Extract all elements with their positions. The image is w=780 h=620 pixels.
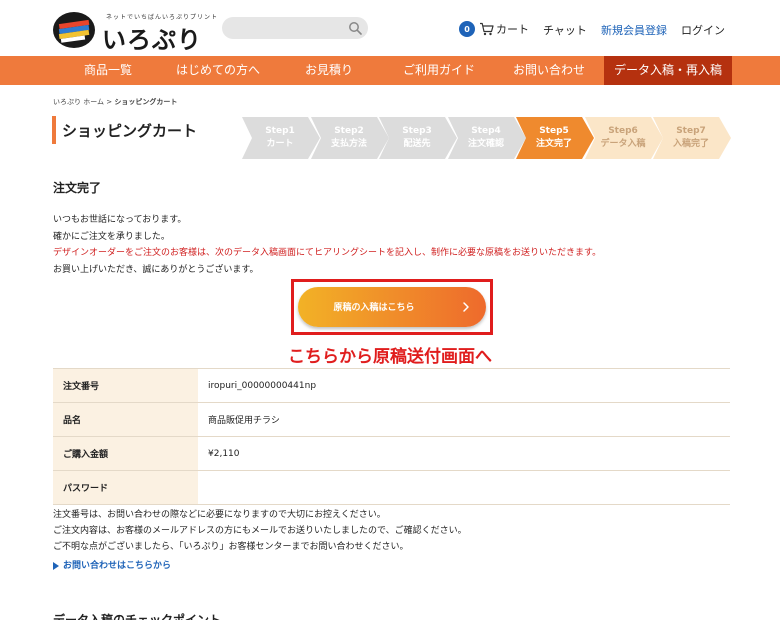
step-5-text: Step5 注文完了 (516, 125, 592, 151)
step-6: Step6 データ入稿 (585, 117, 663, 159)
contact-link[interactable]: お問い合わせはこちらから (53, 558, 171, 571)
site-header: ネットでいちばんいろぷりプリント いろぷり 0 カート チャット 新規会員登録 … (0, 0, 780, 56)
step-1: Step1 カート (242, 117, 320, 159)
order-number-value: iropuri_00000000441np (198, 368, 730, 403)
purchase-amount-label: ご購入金額 (53, 436, 198, 471)
step-7-label: 入稿完了 (672, 139, 709, 149)
chevron-right-icon (463, 302, 469, 312)
step-7-text: Step7 入稿完了 (653, 125, 729, 151)
search-icon[interactable] (348, 21, 362, 35)
step-3-number: Step3 (402, 126, 432, 136)
login-link[interactable]: ログイン (681, 22, 725, 38)
step-4: Step4 注文確認 (448, 117, 526, 159)
step-1-text: Step1 カート (242, 125, 318, 151)
menu-item-guide[interactable]: ご利用ガイド (403, 56, 475, 85)
message-line-1: いつもお世話になっております。 (53, 215, 187, 225)
step-4-text: Step4 注文確認 (448, 125, 524, 151)
contact-link-label: お問い合わせはこちらから (63, 561, 172, 571)
step-7-number: Step7 (676, 126, 706, 136)
product-name-label: 品名 (53, 402, 198, 437)
step-5: Step5 注文完了 (516, 117, 594, 159)
step-2-number: Step2 (334, 126, 364, 136)
order-summary-table: 注文番号 iropuri_00000000441np 品名 商品販促用チラシ ご… (53, 368, 730, 505)
callout-annotation: こちらから原稿送付画面へ (288, 347, 492, 367)
step-6-number: Step6 (608, 126, 638, 136)
menu-item-data-upload[interactable]: データ入稿・再入稿 (604, 56, 733, 85)
site-logo[interactable]: ネットでいちばんいろぷりプリント いろぷり (52, 8, 217, 54)
logo-mark-icon (53, 12, 95, 48)
step-6-label: データ入稿 (600, 139, 646, 149)
upload-manuscript-button-label: 原稿の入稿はこちら (333, 302, 415, 312)
order-number-label: 注文番号 (53, 368, 198, 403)
search-input[interactable] (222, 17, 342, 39)
table-row: ご購入金額 ¥2,110 (53, 436, 730, 471)
chat-link[interactable]: チャット (543, 22, 587, 38)
step-2-text: Step2 支払方法 (311, 125, 387, 151)
table-row: 品名 商品販促用チラシ (53, 402, 730, 437)
message-line-2: 確かにご注文を承りました。 (53, 232, 170, 242)
cart-count-badge: 0 (459, 21, 475, 37)
order-complete-heading: 注文完了 (53, 181, 102, 195)
step-5-number: Step5 (539, 126, 569, 136)
register-link[interactable]: 新規会員登録 (601, 22, 667, 38)
menu-item-contact[interactable]: お問い合わせ (513, 56, 585, 85)
note-line-3: ご不明な点がございましたら、「いろぷり」お客様センターまでお問い合わせください。 (53, 542, 409, 552)
product-name-value: 商品販促用チラシ (198, 402, 730, 437)
step-2: Step2 支払方法 (311, 117, 389, 159)
password-label: パスワード (53, 470, 198, 505)
note-line-2: ご注文内容は、お客様のメールアドレスの方にもメールでお送りいたしましたので、ご確… (53, 526, 467, 536)
page-title: ショッピングカート (62, 122, 198, 140)
step-5-label: 注文完了 (535, 139, 572, 149)
step-7: Step7 入稿完了 (653, 117, 731, 159)
step-4-label: 注文確認 (467, 139, 504, 149)
step-1-number: Step1 (265, 126, 295, 136)
checkout-steps: Step1 カート Step2 支払方法 Step3 配送先 Step4 注文確認 St… (242, 117, 731, 159)
breadcrumb-separator: > (104, 98, 115, 106)
step-1-label: カート (266, 139, 294, 149)
password-value (198, 470, 730, 505)
step-3-label: 配送先 (403, 139, 431, 149)
step-3-text: Step3 配送先 (379, 125, 455, 151)
breadcrumb: いろぷり ホーム > ショッピングカート (53, 97, 177, 107)
page-title-accent (52, 116, 56, 144)
triangle-right-icon (53, 561, 59, 570)
upload-manuscript-button[interactable]: 原稿の入稿はこちら (298, 287, 486, 327)
table-row: 注文番号 iropuri_00000000441np (53, 368, 730, 403)
global-menu: 商品一覧 はじめての方へ お見積り ご利用ガイド お問い合わせ データ入稿・再入… (0, 56, 780, 85)
table-row: パスワード (53, 470, 730, 505)
message-line-design-order: デザインオーダーをご注文のお客様は、次のデータ入稿画面にてヒアリングシートを記入… (53, 248, 602, 258)
cart-link[interactable]: 0 カート (459, 20, 529, 38)
step-4-number: Step4 (471, 126, 501, 136)
purchase-amount-value: ¥2,110 (198, 436, 730, 471)
cart-label: カート (496, 23, 529, 36)
step-3: Step3 配送先 (379, 117, 457, 159)
note-line-1: 注文番号は、お問い合わせの際などに必要になりますので大切にお控えください。 (53, 510, 386, 520)
breadcrumb-home[interactable]: いろぷり ホーム (53, 98, 104, 106)
cart-icon (480, 22, 494, 36)
breadcrumb-current: ショッピングカート (114, 98, 178, 106)
logo-text: いろぷり (102, 26, 202, 54)
step-6-text: Step6 データ入稿 (585, 125, 661, 151)
data-checkpoint-heading: データ入稿のチェックポイント (53, 613, 222, 620)
menu-item-estimate[interactable]: お見積り (305, 56, 353, 85)
menu-item-first-time[interactable]: はじめての方へ (176, 56, 260, 85)
message-line-thanks: お買い上げいただき、誠にありがとうございます。 (53, 265, 259, 275)
search-box (222, 17, 368, 39)
step-2-label: 支払方法 (330, 139, 367, 149)
menu-item-products[interactable]: 商品一覧 (84, 56, 132, 85)
